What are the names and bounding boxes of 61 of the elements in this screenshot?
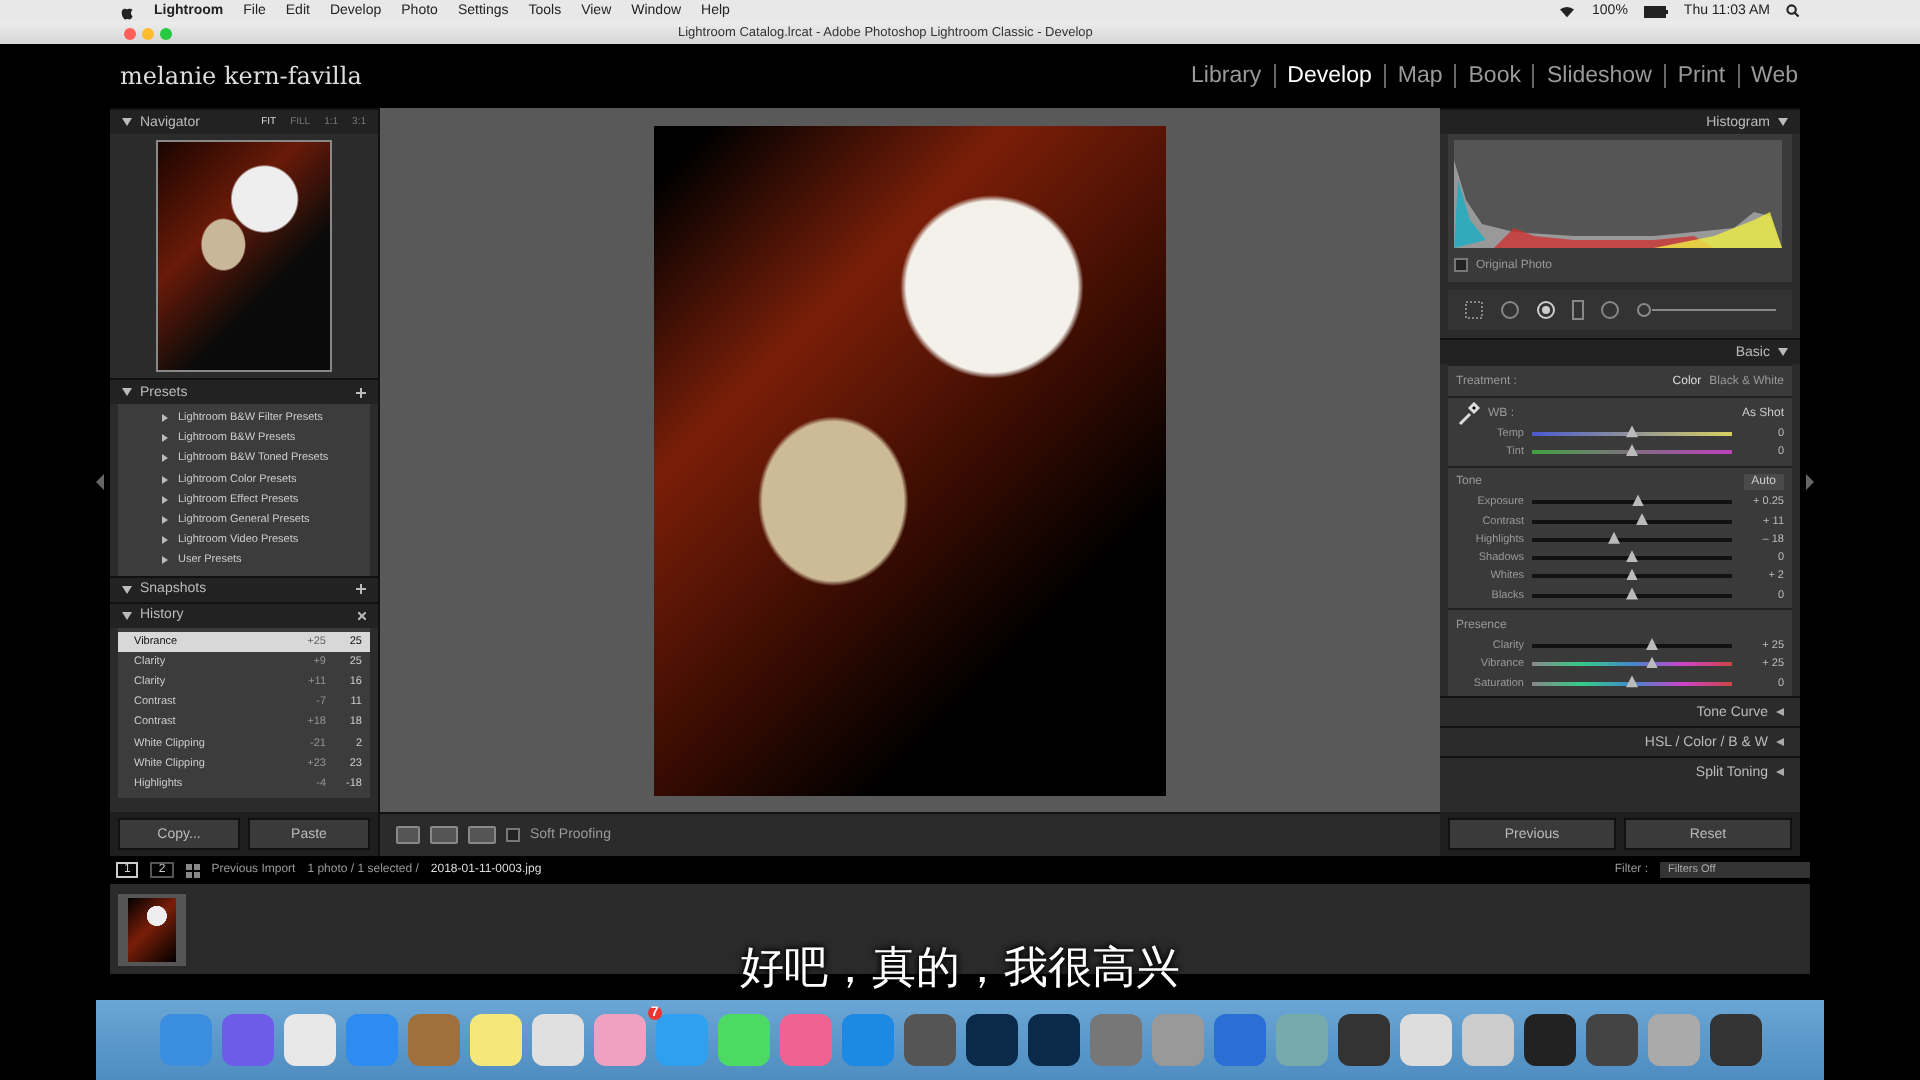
app-icon[interactable] [1709, 1014, 1761, 1066]
slider-thumb[interactable] [1636, 513, 1648, 526]
crop-grid-icon[interactable] [1464, 300, 1484, 320]
circle-icon[interactable] [1500, 300, 1520, 320]
soft-proofing-checkbox[interactable] [506, 828, 520, 842]
collapse-right-panel-icon[interactable] [1806, 474, 1814, 490]
collapse-triangle-icon[interactable] [122, 118, 132, 126]
app-icon[interactable] [283, 1014, 335, 1066]
module-tab[interactable]: Web [1739, 64, 1810, 88]
close-window-icon[interactable] [124, 27, 136, 39]
subtitle: 好吧，真的，我很高兴 [740, 942, 1180, 998]
slider-thumb[interactable] [1626, 568, 1638, 581]
filmstrip-thumbnail[interactable] [118, 894, 186, 966]
slider-thumb[interactable] [1608, 531, 1620, 544]
module-tab[interactable]: Book [1456, 64, 1533, 88]
eyedropper-icon[interactable] [1456, 401, 1480, 425]
search-icon[interactable] [1786, 4, 1800, 18]
loupe-view-icon[interactable] [396, 826, 420, 844]
photo-placeholder [128, 898, 176, 962]
app-icon[interactable] [903, 1014, 955, 1066]
slider-thumb[interactable] [1626, 550, 1638, 563]
collapse-triangle-icon[interactable] [122, 585, 132, 593]
brush-slider-icon[interactable] [1636, 302, 1776, 318]
clear-icon[interactable] [358, 611, 366, 619]
slider-thumb[interactable] [1632, 494, 1644, 507]
photo-placeholder[interactable] [156, 140, 332, 372]
app-icon[interactable] [1337, 1014, 1389, 1066]
slider-thumb[interactable] [1646, 638, 1658, 651]
original-photo-checkbox[interactable] [1454, 258, 1468, 272]
module-tab[interactable]: Slideshow [1534, 64, 1664, 88]
target-icon[interactable] [1536, 300, 1556, 320]
add-icon[interactable] [356, 584, 366, 594]
collapse-triangle-icon[interactable] [122, 611, 132, 619]
slider-thumb[interactable] [1626, 443, 1638, 456]
compare-view-icon[interactable] [430, 826, 458, 844]
before-after-icon[interactable] [468, 826, 496, 844]
collapse-triangle-icon[interactable] [122, 388, 132, 396]
rectangle-icon[interactable] [1572, 300, 1584, 320]
app-icon[interactable] [1523, 1014, 1575, 1066]
slider-thumb[interactable] [1626, 587, 1638, 600]
slider-thumb[interactable] [1626, 675, 1638, 688]
app-icon[interactable] [1585, 1014, 1637, 1066]
app-icon[interactable] [469, 1014, 521, 1066]
identity-plate: melanie kern-favilla [120, 62, 362, 90]
app-icon[interactable] [531, 1014, 583, 1066]
battery-icon[interactable] [1643, 5, 1668, 17]
app-icon[interactable] [1027, 1014, 1079, 1066]
module-tab[interactable]: Print [1665, 64, 1738, 88]
wifi-icon[interactable] [1558, 4, 1577, 18]
grid-icon[interactable] [185, 863, 200, 877]
slider-thumb[interactable] [1646, 656, 1658, 669]
add-icon[interactable] [356, 387, 366, 397]
slider-thumb[interactable] [1626, 425, 1638, 438]
circle-icon[interactable] [1600, 300, 1620, 320]
module-tab[interactable]: Map [1385, 64, 1455, 88]
module-tab[interactable]: Library [1179, 64, 1274, 88]
collapse-triangle-icon[interactable] [1778, 118, 1788, 126]
apple-icon[interactable] [120, 3, 134, 19]
app-icon[interactable] [965, 1014, 1017, 1066]
collapse-triangle-icon[interactable] [1778, 348, 1788, 356]
module-tab[interactable]: Develop [1275, 64, 1384, 88]
